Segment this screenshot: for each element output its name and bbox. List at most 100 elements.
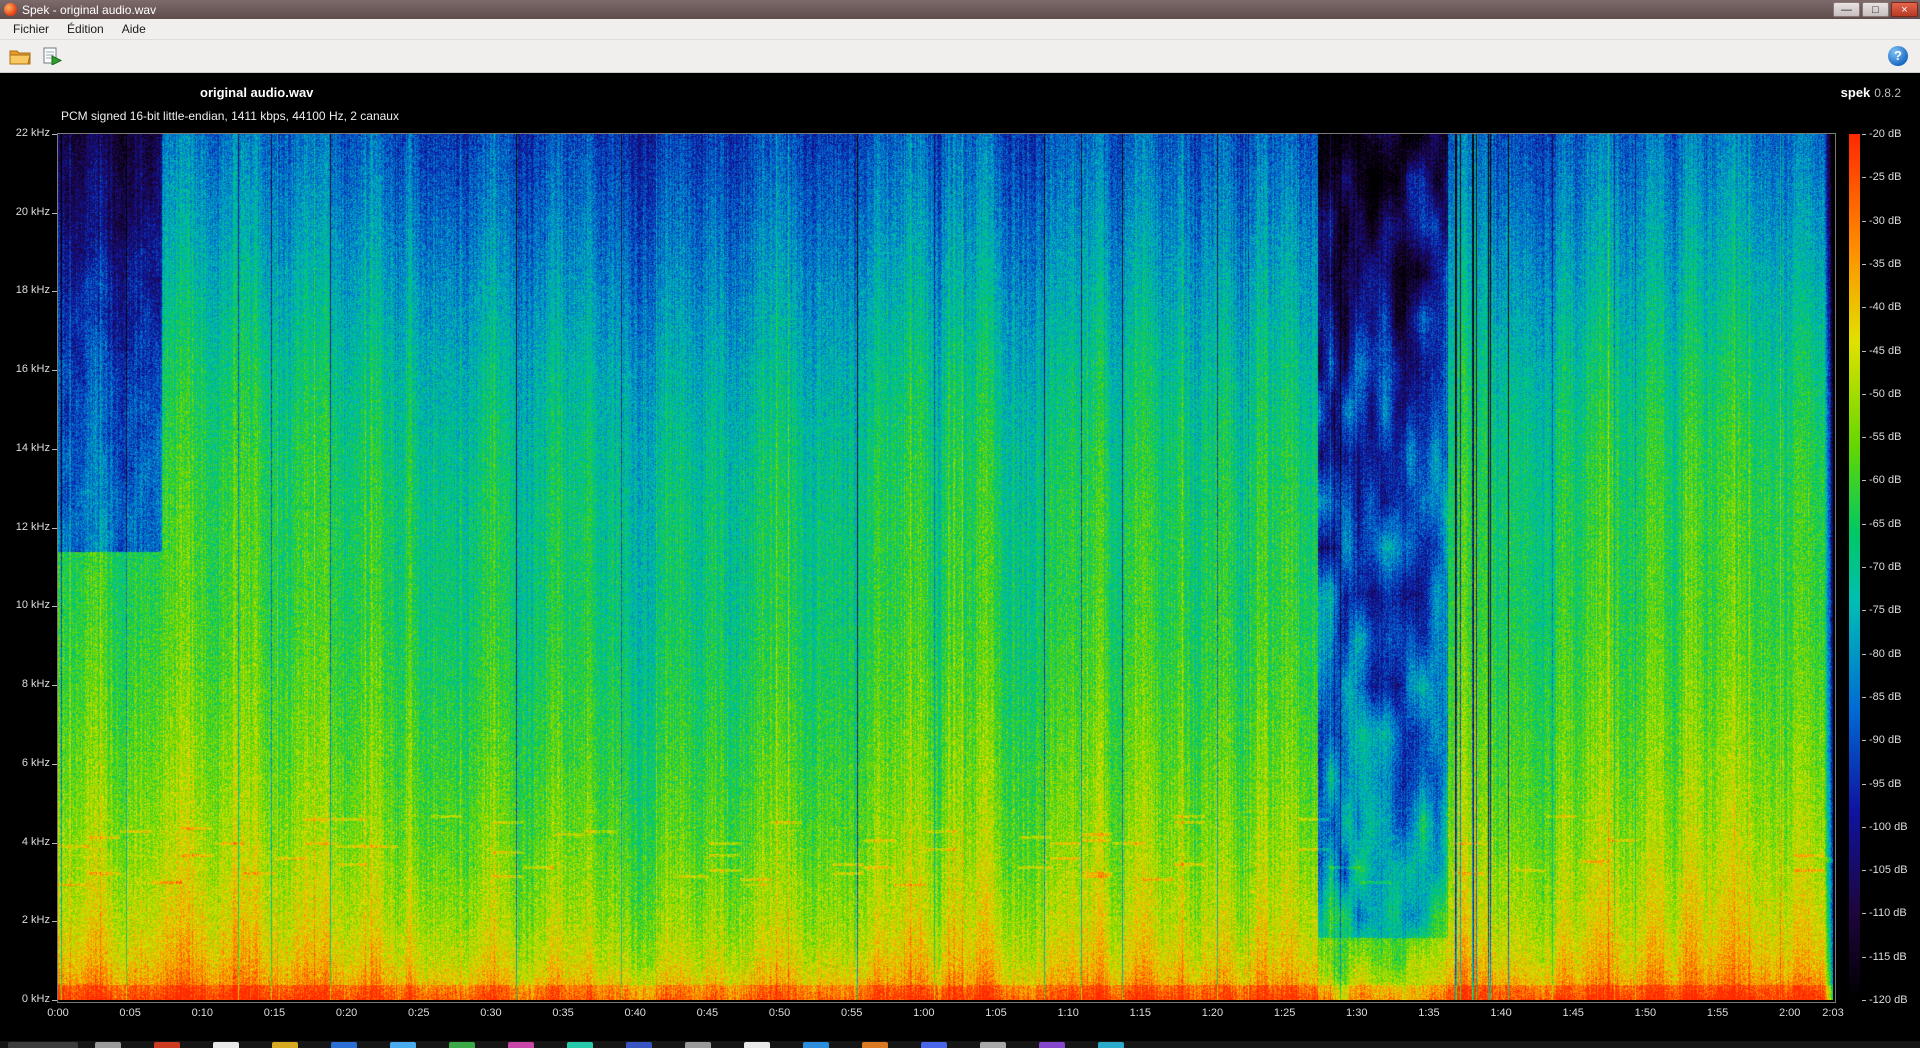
close-button[interactable]: × xyxy=(1891,2,1918,17)
app-version: spek 0.8.2 xyxy=(1841,85,1901,100)
db-tick xyxy=(1862,307,1866,309)
db-tick-label: -20 dB xyxy=(1869,128,1902,140)
freq-tick xyxy=(52,291,57,293)
db-tick xyxy=(1862,480,1866,482)
toolbar: ? xyxy=(0,40,1920,73)
db-tick xyxy=(1862,826,1866,828)
menu-item-fichier[interactable]: Fichier xyxy=(4,20,58,38)
taskbar-icon[interactable] xyxy=(626,1042,652,1048)
db-tick xyxy=(1862,653,1866,655)
taskbar-icon[interactable] xyxy=(95,1042,121,1048)
db-tick-label: -110 dB xyxy=(1869,907,1907,920)
freq-tick xyxy=(52,134,57,135)
titlebar[interactable]: Spek - original audio.wav — □ × xyxy=(0,0,1920,19)
db-tick-label: -45 dB xyxy=(1869,344,1902,357)
time-tick-label: 1:00 xyxy=(913,1007,935,1019)
db-tick xyxy=(1862,134,1866,135)
freq-tick-label: 10 kHz xyxy=(15,599,50,612)
time-tick-label: 1:45 xyxy=(1562,1007,1584,1019)
db-tick-label: -95 dB xyxy=(1869,777,1902,790)
taskbar-icon[interactable] xyxy=(567,1042,593,1048)
time-tick-label: 0:40 xyxy=(624,1007,646,1019)
taskbar-start-area[interactable] xyxy=(8,1042,78,1048)
freq-tick xyxy=(52,685,57,687)
taskbar-icon[interactable] xyxy=(685,1042,711,1048)
menubar: Fichier Édition Aide xyxy=(0,19,1920,40)
time-tick-label: 0:20 xyxy=(335,1007,358,1019)
db-tick xyxy=(1862,696,1866,698)
taskbar-icon[interactable] xyxy=(213,1042,239,1048)
time-tick-label: 1:25 xyxy=(1273,1007,1296,1019)
db-tick xyxy=(1862,220,1866,222)
db-tick xyxy=(1862,393,1866,395)
freq-tick xyxy=(52,527,57,529)
time-tick-label: 1:15 xyxy=(1129,1007,1152,1019)
freq-tick xyxy=(52,842,57,844)
taskbar-icon[interactable] xyxy=(1098,1042,1124,1048)
time-tick-label: 2:00 xyxy=(1778,1007,1801,1019)
time-tick-label: 0:10 xyxy=(191,1007,213,1019)
db-tick-label: -120 dB xyxy=(1869,994,1908,1006)
db-tick-label: -115 dB xyxy=(1869,950,1907,963)
db-tick xyxy=(1862,177,1866,179)
time-tick-label: 0:45 xyxy=(696,1007,719,1019)
taskbar-icon[interactable] xyxy=(1039,1042,1065,1048)
taskbar-icon[interactable] xyxy=(449,1042,475,1048)
taskbar[interactable] xyxy=(0,1041,1920,1048)
spectrogram-canvas xyxy=(58,134,1833,1000)
freq-tick-label: 2 kHz xyxy=(21,914,50,927)
open-file-button[interactable] xyxy=(6,43,34,69)
taskbar-icon[interactable] xyxy=(508,1042,534,1048)
time-tick-label: 0:25 xyxy=(408,1007,430,1019)
time-tick-label: 0:30 xyxy=(480,1007,502,1019)
audio-format-info: PCM signed 16-bit little-endian, 1411 kb… xyxy=(61,109,399,123)
maximize-button[interactable]: □ xyxy=(1862,2,1889,17)
db-tick-label: -50 dB xyxy=(1869,387,1902,400)
db-tick-label: -35 dB xyxy=(1869,257,1902,270)
app-version-name: spek xyxy=(1840,85,1871,100)
freq-tick-label: 20 kHz xyxy=(15,205,50,218)
freq-tick-label: 14 kHz xyxy=(15,441,50,454)
freq-tick xyxy=(52,921,57,923)
db-tick-label: -65 dB xyxy=(1869,517,1902,530)
time-tick-label: 1:30 xyxy=(1346,1007,1368,1019)
time-tick-label: 0:35 xyxy=(552,1007,574,1019)
taskbar-icon[interactable] xyxy=(862,1042,888,1048)
db-tick-label: -80 dB xyxy=(1869,647,1902,660)
taskbar-icon[interactable] xyxy=(331,1042,357,1048)
freq-tick xyxy=(52,448,57,450)
time-tick-label: 0:05 xyxy=(119,1007,141,1019)
db-tick xyxy=(1862,870,1866,872)
taskbar-icon[interactable] xyxy=(744,1042,770,1048)
db-tick xyxy=(1862,523,1866,525)
freq-tick-label: 8 kHz xyxy=(21,678,50,691)
time-tick-label: 1:50 xyxy=(1634,1007,1657,1019)
time-tick-label: 2:03 xyxy=(1822,1007,1844,1019)
file-title: original audio.wav xyxy=(200,85,314,100)
taskbar-icon[interactable] xyxy=(272,1042,298,1048)
db-tick xyxy=(1862,610,1866,612)
taskbar-icon[interactable] xyxy=(390,1042,416,1048)
freq-tick-label: 0 kHz xyxy=(21,993,50,1005)
taskbar-icon[interactable] xyxy=(803,1042,829,1048)
freq-tick-label: 6 kHz xyxy=(21,756,50,769)
taskbar-icon[interactable] xyxy=(980,1042,1006,1048)
db-tick xyxy=(1862,567,1866,568)
taskbar-icon[interactable] xyxy=(154,1042,180,1048)
minimize-button[interactable]: — xyxy=(1833,2,1860,17)
freq-tick-label: 22 kHz xyxy=(15,127,50,139)
help-button[interactable]: ? xyxy=(1888,46,1908,66)
menu-item-edition[interactable]: Édition xyxy=(58,20,113,38)
db-tick-label: -30 dB xyxy=(1869,214,1902,227)
window-controls: — □ × xyxy=(1833,2,1918,17)
db-tick-label: -85 dB xyxy=(1869,690,1902,703)
time-tick-label: 0:15 xyxy=(263,1007,286,1019)
db-tick xyxy=(1862,350,1866,352)
taskbar-icon[interactable] xyxy=(921,1042,947,1048)
menu-item-aide[interactable]: Aide xyxy=(113,20,155,38)
db-tick-label: -70 dB xyxy=(1869,561,1902,573)
db-tick xyxy=(1862,783,1866,785)
time-tick-label: 1:40 xyxy=(1490,1007,1512,1019)
window-title: Spek - original audio.wav xyxy=(22,2,157,17)
save-button[interactable] xyxy=(38,43,66,69)
